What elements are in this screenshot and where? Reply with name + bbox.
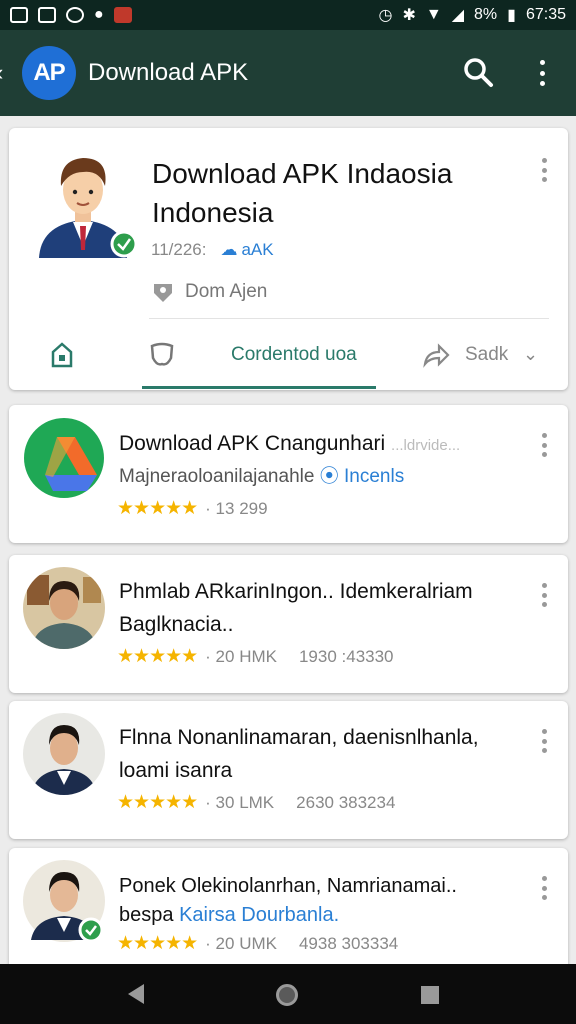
item-more-icon[interactable] [537,876,551,900]
developer-name: Dom Ajen [185,281,268,302]
signal-icon: ◢ [451,7,465,24]
share-label[interactable]: Sadk [465,344,508,366]
battery-icon: ▮ [507,7,516,24]
search-icon[interactable] [462,56,494,88]
list-item-title-text: Download APK Cnangunhari [119,432,386,455]
list-item[interactable]: Phmlab ARkarinIngon.. Idemkeralriam Bagl… [9,555,568,693]
lock-bag-icon[interactable] [47,340,77,370]
list-item-subtitle-link[interactable]: Incenls [344,466,404,487]
clock-time: 67:35 [525,6,566,23]
star-rating: ★★★★★ [117,498,198,519]
battery-percent: 8% [474,6,498,23]
apk-tag-label: aAK [241,240,274,259]
nav-recents-icon[interactable] [421,986,439,1004]
card-more-icon[interactable] [537,158,551,182]
sync-icon [38,7,56,23]
rating-meta: · 20 HMK [205,646,277,666]
tag-icon [154,284,172,302]
item-more-icon[interactable] [537,583,551,607]
cloud-icon: ☁ [220,240,238,259]
download-count: 4938 303334 [298,933,399,953]
more-vert-icon[interactable] [532,58,552,88]
list-item-subtitle-text: Majneraoloanilajanahle [119,466,315,487]
featured-app-title: Download APK Indaosia Indonesia [152,158,453,228]
tab-content[interactable]: Cordentod uoa [231,344,357,366]
list-item-title: Phmlab ARkarinIngon.. Idemkeralriam Bagl… [119,580,473,636]
item-more-icon[interactable] [537,433,551,457]
item-more-icon[interactable] [537,729,551,753]
list-item-subtitle-link[interactable]: Kairsa Dourbanla. [179,904,339,926]
list-item[interactable]: Ponek Olekinolanrhan, Namrianamai.. besp… [9,848,568,966]
avatar [23,567,105,649]
download-count: 2630 383234 [296,792,396,812]
share-icon[interactable] [421,340,451,370]
list-item-subtitle: bespa Kairsa Dourbanla. [119,899,529,932]
bluetooth-icon: ✱ [402,7,416,24]
gallery-icon [10,7,28,23]
avatar [23,713,105,795]
avatar [23,860,105,943]
nav-back-icon[interactable] [128,984,144,1004]
notification-icon [113,7,132,23]
download-count: 1930 :43330 [298,646,394,666]
rating-row: ★★★★★ · 13 299 [117,497,268,520]
chevron-down-icon[interactable]: ⌄ [523,344,538,365]
divider [149,318,549,319]
alarm-icon: ◷ [378,7,393,24]
verified-icon: ⦿ [319,466,339,487]
active-tab-indicator [142,386,376,389]
version-text: 11/226: [151,240,207,259]
rating-meta: · 30 LMK [205,792,275,812]
star-rating: ★★★★★ [117,933,198,954]
clock-icon [66,7,84,23]
developer-avatar [29,146,137,258]
star-rating: ★★★★★ [117,646,198,667]
rating-row: ★★★★★ · 20 UMK 4938 303334 [117,932,398,955]
system-nav-bar [0,964,576,1024]
featured-app-card[interactable]: Download APK Indaosia Indonesia 11/226: … [9,128,568,390]
list-item[interactable]: Flnna Nonanlinamaran, daenisnlhanla, loa… [9,701,568,839]
rating-row: ★★★★★ · 20 HMK 1930 :43330 [117,645,394,668]
chevron-left-icon[interactable]: ‹ [0,60,18,86]
wifi-icon: ▼ [425,6,442,23]
star-rating: ★★★★★ [117,792,198,813]
app-title: Download APK [88,59,249,86]
nav-home-icon[interactable] [276,984,298,1006]
rating-row: ★★★★★ · 30 LMK 2630 383234 [117,791,395,814]
featured-meta: 11/226: ☁ aAK [151,240,274,260]
developer-row[interactable]: Dom Ajen [151,280,267,304]
app-bar: ‹ AP Download APK [0,30,576,116]
drop-icon: ● [94,6,104,23]
list-item-subtitle-text: bespa [119,904,174,926]
list-item-title-overflow: ...ldrvide... [391,437,461,454]
list-item[interactable]: Download APK Cnangunhari ...ldrvide... M… [9,405,568,543]
rating-meta: · 13 299 [205,498,268,518]
shield-icon[interactable] [147,340,177,370]
drive-icon [24,418,104,498]
rating-meta: · 20 UMK [205,933,277,953]
status-bar: ● ◷ ✱ ▼ ◢ 8% ▮ 67:35 [0,0,576,30]
featured-tab-row: Cordentod uoa Sadk ⌄ [9,328,568,389]
app-logo: AP [22,46,76,100]
apk-tag: ☁ aAK [220,240,273,260]
list-item-title: Download APK Cnangunhari ...ldrvide... [119,427,529,462]
list-item-subtitle: Majneraoloanilajanahle ⦿ Incenls [119,460,529,493]
list-item-title: Flnna Nonanlinamaran, daenisnlhanla, loa… [119,726,479,782]
